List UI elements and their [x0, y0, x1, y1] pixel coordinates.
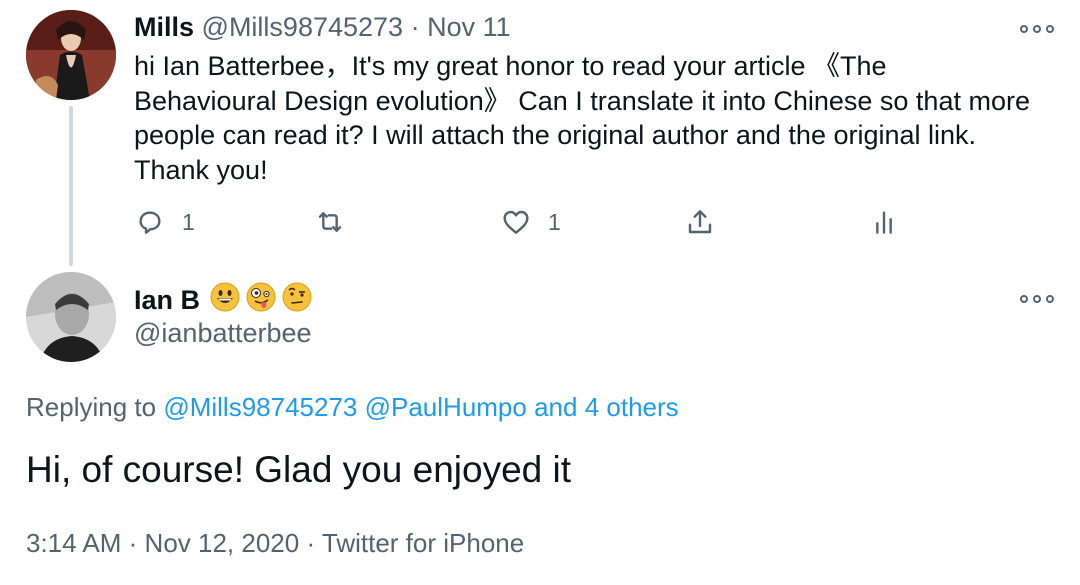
reply-button[interactable]: 1: [134, 200, 195, 244]
face-with-raised-eyebrow-emoji: [282, 282, 312, 319]
others-link[interactable]: and 4 others: [534, 392, 679, 422]
retweet-icon: [318, 212, 342, 232]
tweet-time[interactable]: 3:14 AM: [26, 528, 121, 558]
author-name[interactable]: Mills: [134, 12, 194, 42]
reply-text: Hi, of course! Glad you enjoyed it: [26, 449, 572, 490]
tweet-text-line: Behavioural Design evolution》 Can I tran…: [134, 85, 1030, 116]
analytics-button[interactable]: [868, 200, 900, 244]
share-button[interactable]: [684, 200, 716, 244]
like-count: 1: [548, 208, 561, 235]
author-name[interactable]: Ian B: [134, 285, 200, 316]
tweet-date[interactable]: Nov 11: [427, 12, 511, 42]
thread-line: [69, 106, 73, 266]
more-icon[interactable]: [1020, 293, 1054, 305]
reply-author: Ian B: [134, 282, 312, 319]
tweet-text-line: hi Ian Batterbee，It's my great honor to …: [134, 51, 887, 81]
replying-to: Replying to @Mills98745273 @PaulHumpo an…: [26, 392, 679, 423]
tweet-full-date[interactable]: Nov 12, 2020: [145, 528, 300, 558]
tweet-text-line: Thank you!: [134, 154, 268, 185]
tweet-header: Mills @Mills98745273 · Nov 11: [134, 10, 511, 44]
tweet-text-line: people can read it? I will attach the or…: [134, 120, 977, 150]
tweet-text: hi Ian Batterbee，It's my great honor to …: [134, 49, 1054, 187]
retweet-button[interactable]: [314, 200, 346, 244]
avatar-photo: [26, 272, 116, 362]
separator: ·: [410, 12, 420, 42]
zany-face-emoji: [246, 282, 276, 319]
author-handle[interactable]: @Mills98745273: [202, 12, 404, 42]
reply-icon: [139, 211, 161, 234]
tweet-meta: 3:14 AM · Nov 12, 2020 · Twitter for iPh…: [26, 528, 524, 559]
separator: ·: [306, 528, 316, 558]
tweet-source[interactable]: Twitter for iPhone: [322, 528, 524, 558]
more-icon[interactable]: [1020, 23, 1054, 35]
share-icon: [688, 210, 712, 234]
reply-count: 1: [182, 208, 195, 235]
tweet-actions: 1 1: [134, 200, 1054, 244]
replying-prefix: Replying to: [26, 392, 157, 422]
like-button[interactable]: 1: [500, 200, 561, 244]
separator: ·: [128, 528, 138, 558]
analytics-icon: [876, 211, 892, 234]
author-handle[interactable]: @ianbatterbee: [134, 318, 312, 349]
avatar[interactable]: [26, 10, 116, 100]
avatar[interactable]: [26, 272, 116, 362]
mention-link[interactable]: @PaulHumpo: [365, 392, 527, 422]
avatar-photo: [26, 10, 116, 100]
mention-link[interactable]: @Mills98745273: [163, 392, 357, 422]
grinning-face-emoji: [210, 282, 240, 319]
like-icon: [503, 210, 529, 234]
